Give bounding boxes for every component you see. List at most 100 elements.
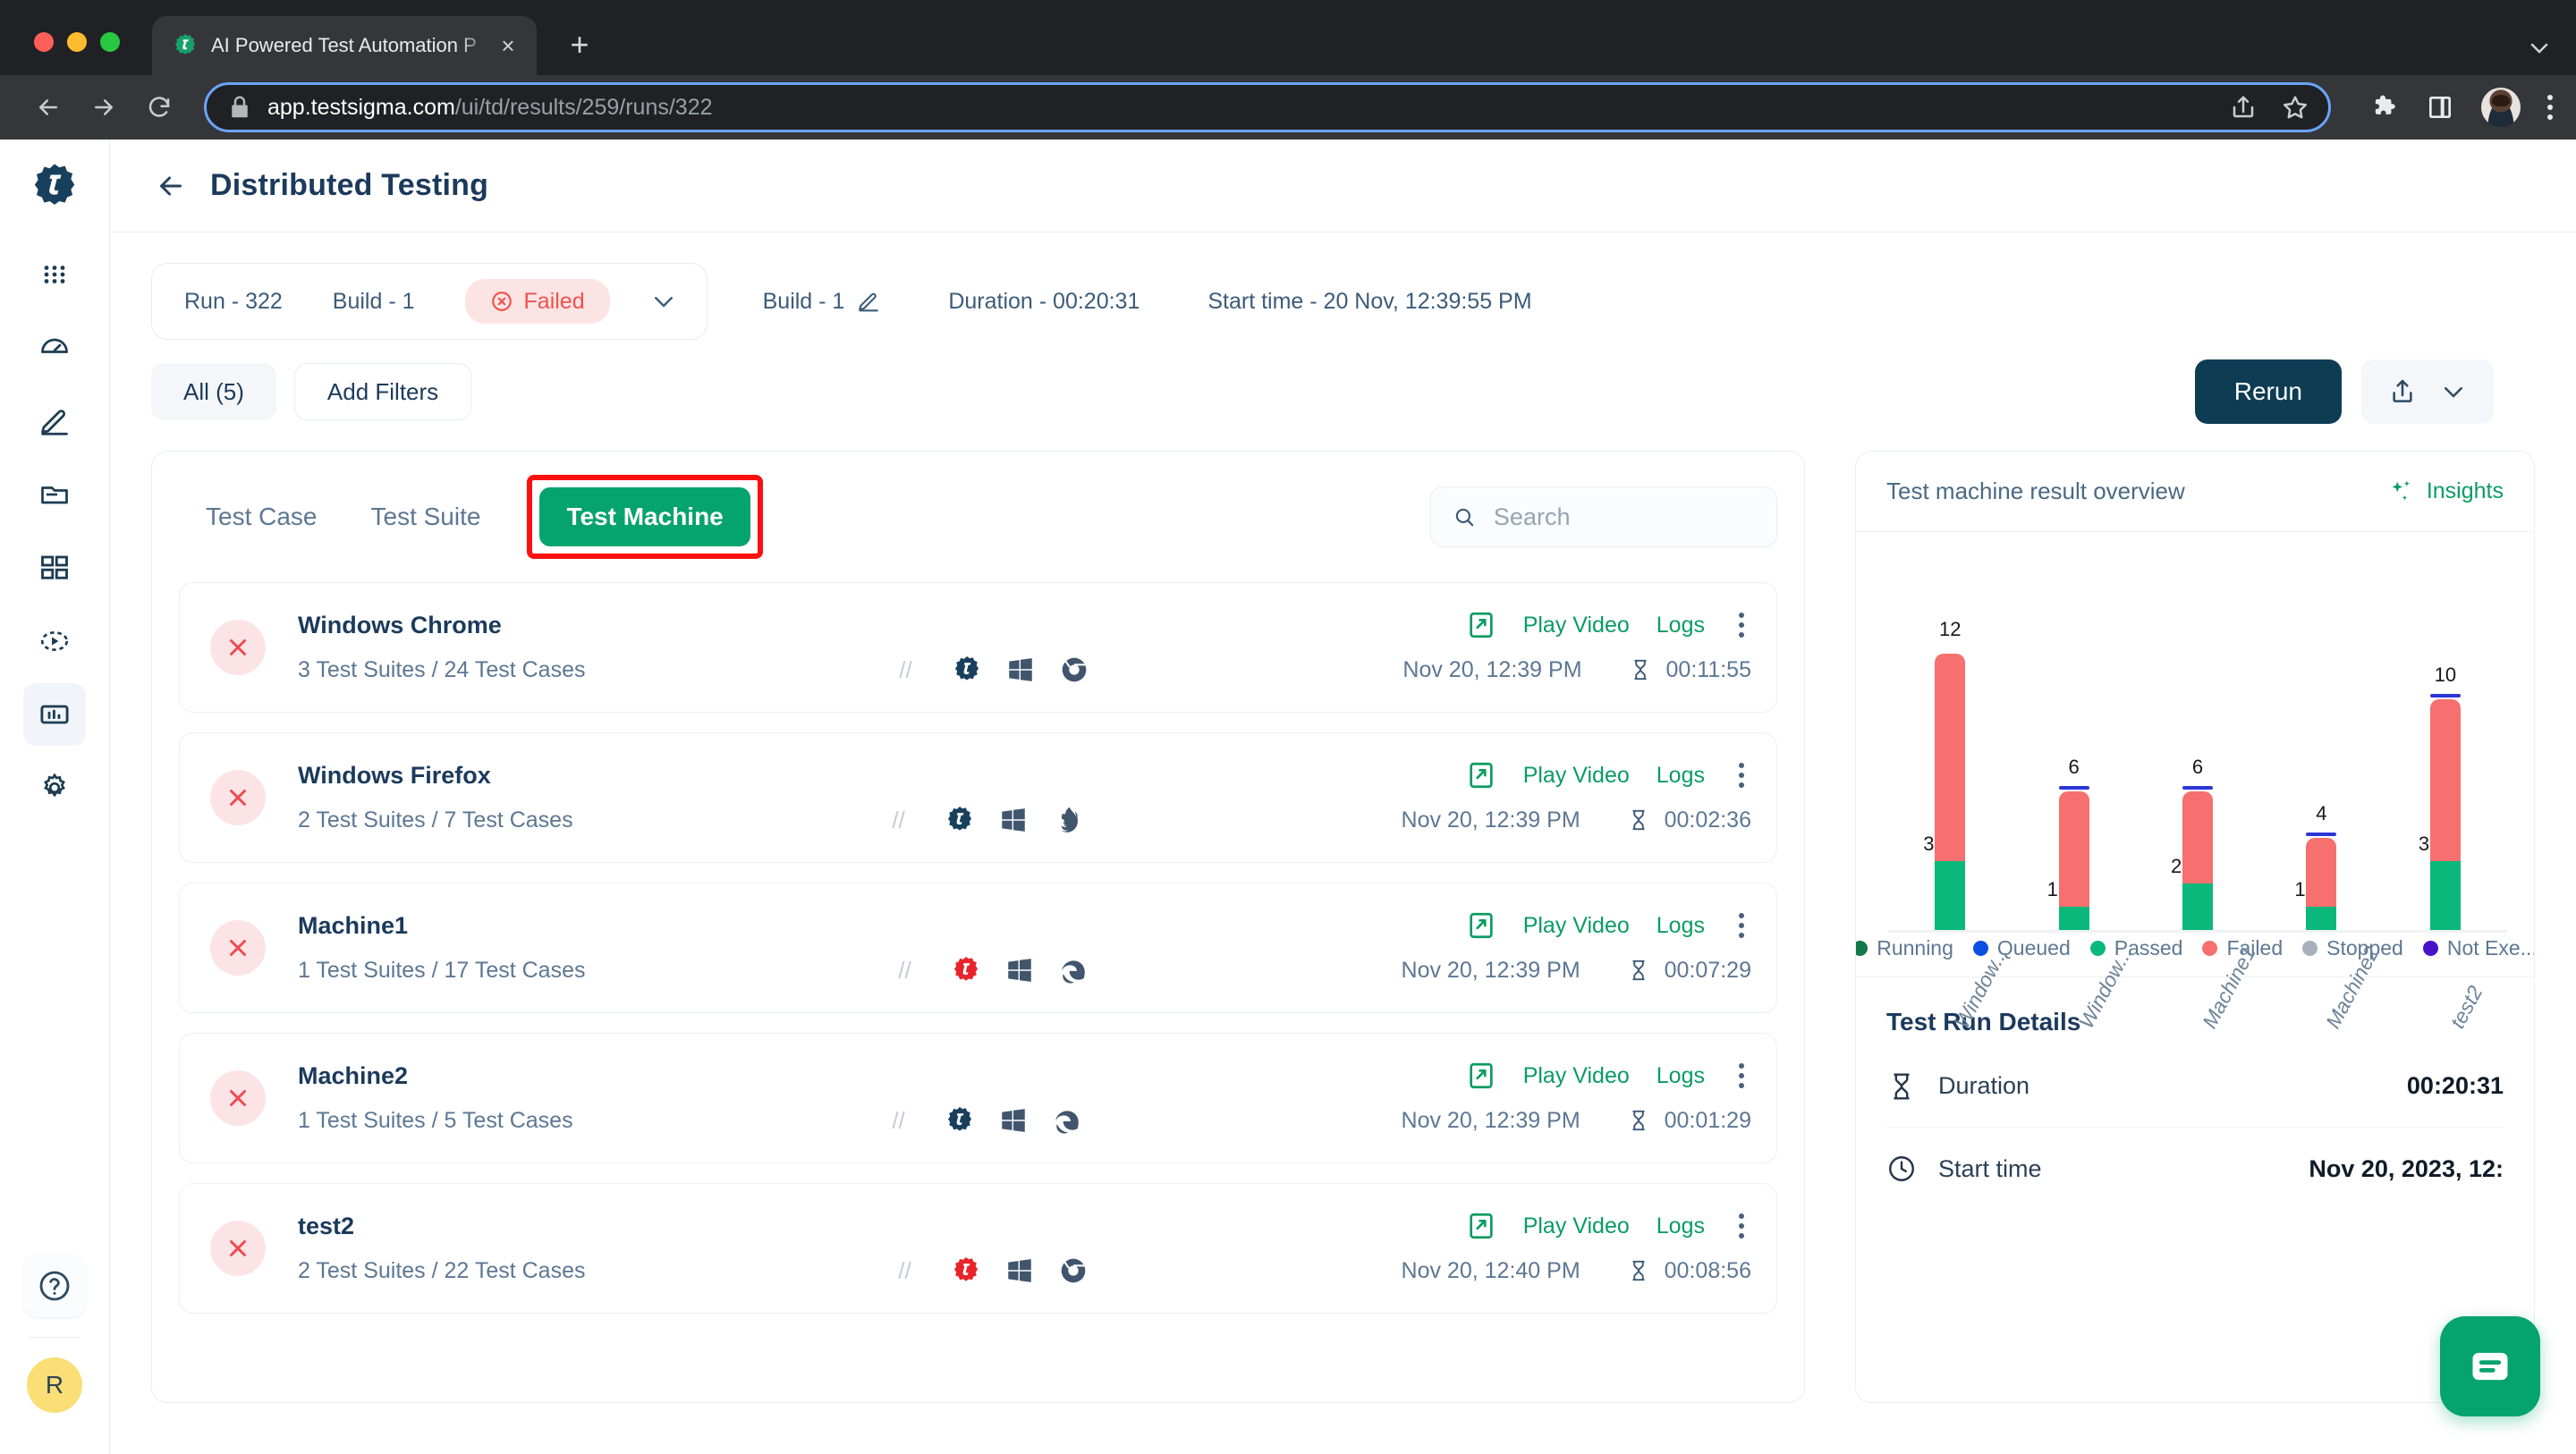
- row-bottom: 2 Test Suites / 7 Test Cases // Nov 20, …: [298, 805, 1751, 835]
- chart-bar-column[interactable]: 12 3: [1888, 618, 2012, 930]
- tab-test-suite[interactable]: Test Suite: [344, 487, 508, 546]
- search-box[interactable]: [1430, 486, 1777, 547]
- side-panel-icon[interactable]: [2426, 93, 2454, 122]
- logs-link[interactable]: Logs: [1657, 763, 1705, 789]
- chart-segment-failed: [2306, 832, 2337, 908]
- chart-bars: 12 3 6 1 6 2 4 1 10 3: [1888, 618, 2507, 930]
- address-bar[interactable]: app.testsigma.com/ui/td/results/259/runs…: [204, 82, 2331, 132]
- testsigma-logo-icon[interactable]: [29, 161, 80, 213]
- minimize-window-button[interactable]: [67, 32, 87, 52]
- page-back-button[interactable]: [151, 166, 191, 206]
- sidebar-item-suites[interactable]: [23, 537, 86, 599]
- open-external-icon[interactable]: [1466, 760, 1496, 790]
- sidebar-item-apps[interactable]: [23, 243, 86, 306]
- result-overview-card: Test machine result overview Insights 12…: [1855, 451, 2535, 1403]
- open-external-icon[interactable]: [1466, 910, 1496, 941]
- tabstrip-overflow[interactable]: [2526, 34, 2553, 61]
- open-external-icon[interactable]: [1466, 1061, 1496, 1091]
- insights-button[interactable]: Insights: [2387, 478, 2504, 505]
- maximize-window-button[interactable]: [100, 32, 120, 52]
- row-more-menu-icon[interactable]: [1732, 763, 1751, 788]
- logs-link[interactable]: Logs: [1657, 1063, 1705, 1089]
- play-video-link[interactable]: Play Video: [1523, 1063, 1630, 1089]
- chart-bar-column[interactable]: 41: [2259, 630, 2383, 930]
- testsigma-red-icon: [953, 956, 978, 981]
- machine-subtitle: 2 Test Suites / 22 Test Cases: [298, 1257, 586, 1283]
- table-row[interactable]: Machine2 Play Video Logs 1 Test Suites /…: [179, 1033, 1777, 1163]
- rail-divider: [30, 1337, 80, 1338]
- share-icon[interactable]: [2230, 94, 2257, 121]
- search-input[interactable]: [1493, 503, 1755, 531]
- row-date: Nov 20, 12:39 PM: [1402, 656, 1582, 682]
- table-row[interactable]: test2 Play Video Logs 2 Test Suites / 22…: [179, 1183, 1777, 1314]
- legend-item[interactable]: Passed: [2089, 936, 2182, 960]
- browser-profile-avatar[interactable]: [2481, 88, 2521, 127]
- tab-test-case[interactable]: Test Case: [179, 487, 344, 546]
- logs-link[interactable]: Logs: [1657, 913, 1705, 939]
- table-row[interactable]: Windows Chrome Play Video Logs 3 Test Su…: [179, 582, 1777, 713]
- sidebar-item-runs[interactable]: [23, 610, 86, 672]
- forward-button[interactable]: [79, 82, 129, 132]
- run-status-dropdown[interactable]: [640, 278, 687, 325]
- sidebar-item-folder[interactable]: [23, 463, 86, 526]
- browser-tab[interactable]: AI Powered Test Automation P ×: [152, 16, 537, 75]
- legend-item[interactable]: Stopped: [2302, 936, 2403, 960]
- row-bottom: 2 Test Suites / 22 Test Cases // Nov 20,…: [298, 1255, 1751, 1286]
- row-actions: Play Video Logs: [1466, 1061, 1751, 1091]
- row-top: Machine2 Play Video Logs: [298, 1061, 1751, 1091]
- play-video-link[interactable]: Play Video: [1523, 913, 1630, 939]
- page-title: Distributed Testing: [210, 168, 489, 202]
- chart-bar-column[interactable]: 10 3: [2384, 630, 2507, 930]
- chart-bar-column[interactable]: 61: [2012, 630, 2135, 930]
- close-window-button[interactable]: [34, 32, 54, 52]
- play-video-link[interactable]: Play Video: [1523, 763, 1630, 789]
- sidebar-item-edit[interactable]: [23, 390, 86, 452]
- legend-item[interactable]: Running: [1856, 936, 1953, 960]
- play-video-link[interactable]: Play Video: [1523, 1213, 1630, 1239]
- chart-x-label: Machine2: [2321, 942, 2385, 1033]
- tab-test-machine[interactable]: Test Machine: [539, 487, 750, 546]
- row-actions: Play Video Logs: [1466, 610, 1751, 640]
- help-button[interactable]: [23, 1255, 86, 1317]
- logs-link[interactable]: Logs: [1657, 1213, 1705, 1239]
- chart-total-label: 10: [2434, 664, 2457, 687]
- sidebar-item-dashboard[interactable]: [23, 317, 86, 379]
- machine-name: test2: [298, 1212, 355, 1239]
- browser-menu-icon[interactable]: [2547, 95, 2553, 120]
- clock-icon: [1889, 1156, 1914, 1181]
- row-more-menu-icon[interactable]: [1732, 913, 1751, 938]
- pencil-icon[interactable]: [857, 290, 880, 313]
- sidebar-item-settings[interactable]: [23, 757, 86, 819]
- sidebar-item-reports[interactable]: [23, 683, 86, 746]
- user-avatar[interactable]: R: [27, 1357, 82, 1413]
- table-row[interactable]: Machine1 Play Video Logs 1 Test Suites /…: [179, 883, 1777, 1013]
- add-filters-button[interactable]: Add Filters: [293, 363, 472, 420]
- row-status-failed-icon: [210, 920, 266, 976]
- open-external-icon[interactable]: [1466, 610, 1496, 640]
- rerun-button[interactable]: Rerun: [2194, 359, 2342, 424]
- row-more-menu-icon[interactable]: [1732, 1063, 1751, 1088]
- logs-link[interactable]: Logs: [1657, 613, 1705, 638]
- close-tab-icon[interactable]: ×: [492, 30, 524, 62]
- chart-bar-stack: [2306, 832, 2337, 930]
- filter-all-chip[interactable]: All (5): [151, 363, 276, 420]
- run-build-editable[interactable]: Build - 1: [763, 289, 881, 315]
- row-more-menu-icon[interactable]: [1732, 613, 1751, 638]
- new-tab-button[interactable]: +: [556, 21, 603, 68]
- back-button[interactable]: [23, 82, 73, 132]
- windows-icon: [1008, 658, 1032, 681]
- legend-item[interactable]: Not Exe...: [2422, 936, 2534, 960]
- row-separator: //: [898, 1256, 911, 1284]
- export-share-button[interactable]: [2361, 359, 2494, 424]
- open-external-icon[interactable]: [1466, 1211, 1496, 1241]
- run-status-box: Run - 322 Build - 1 Failed: [151, 263, 708, 340]
- row-more-menu-icon[interactable]: [1732, 1213, 1751, 1238]
- table-row[interactable]: Windows Firefox Play Video Logs 2 Test S…: [179, 732, 1777, 863]
- chat-support-button[interactable]: [2440, 1316, 2540, 1416]
- chart-bar-column[interactable]: 62: [2136, 630, 2259, 930]
- row-status-failed-icon: [210, 620, 266, 675]
- extensions-puzzle-icon[interactable]: [2370, 93, 2399, 122]
- bookmark-star-icon[interactable]: [2282, 94, 2309, 121]
- play-video-link[interactable]: Play Video: [1523, 613, 1630, 638]
- reload-button[interactable]: [134, 82, 184, 132]
